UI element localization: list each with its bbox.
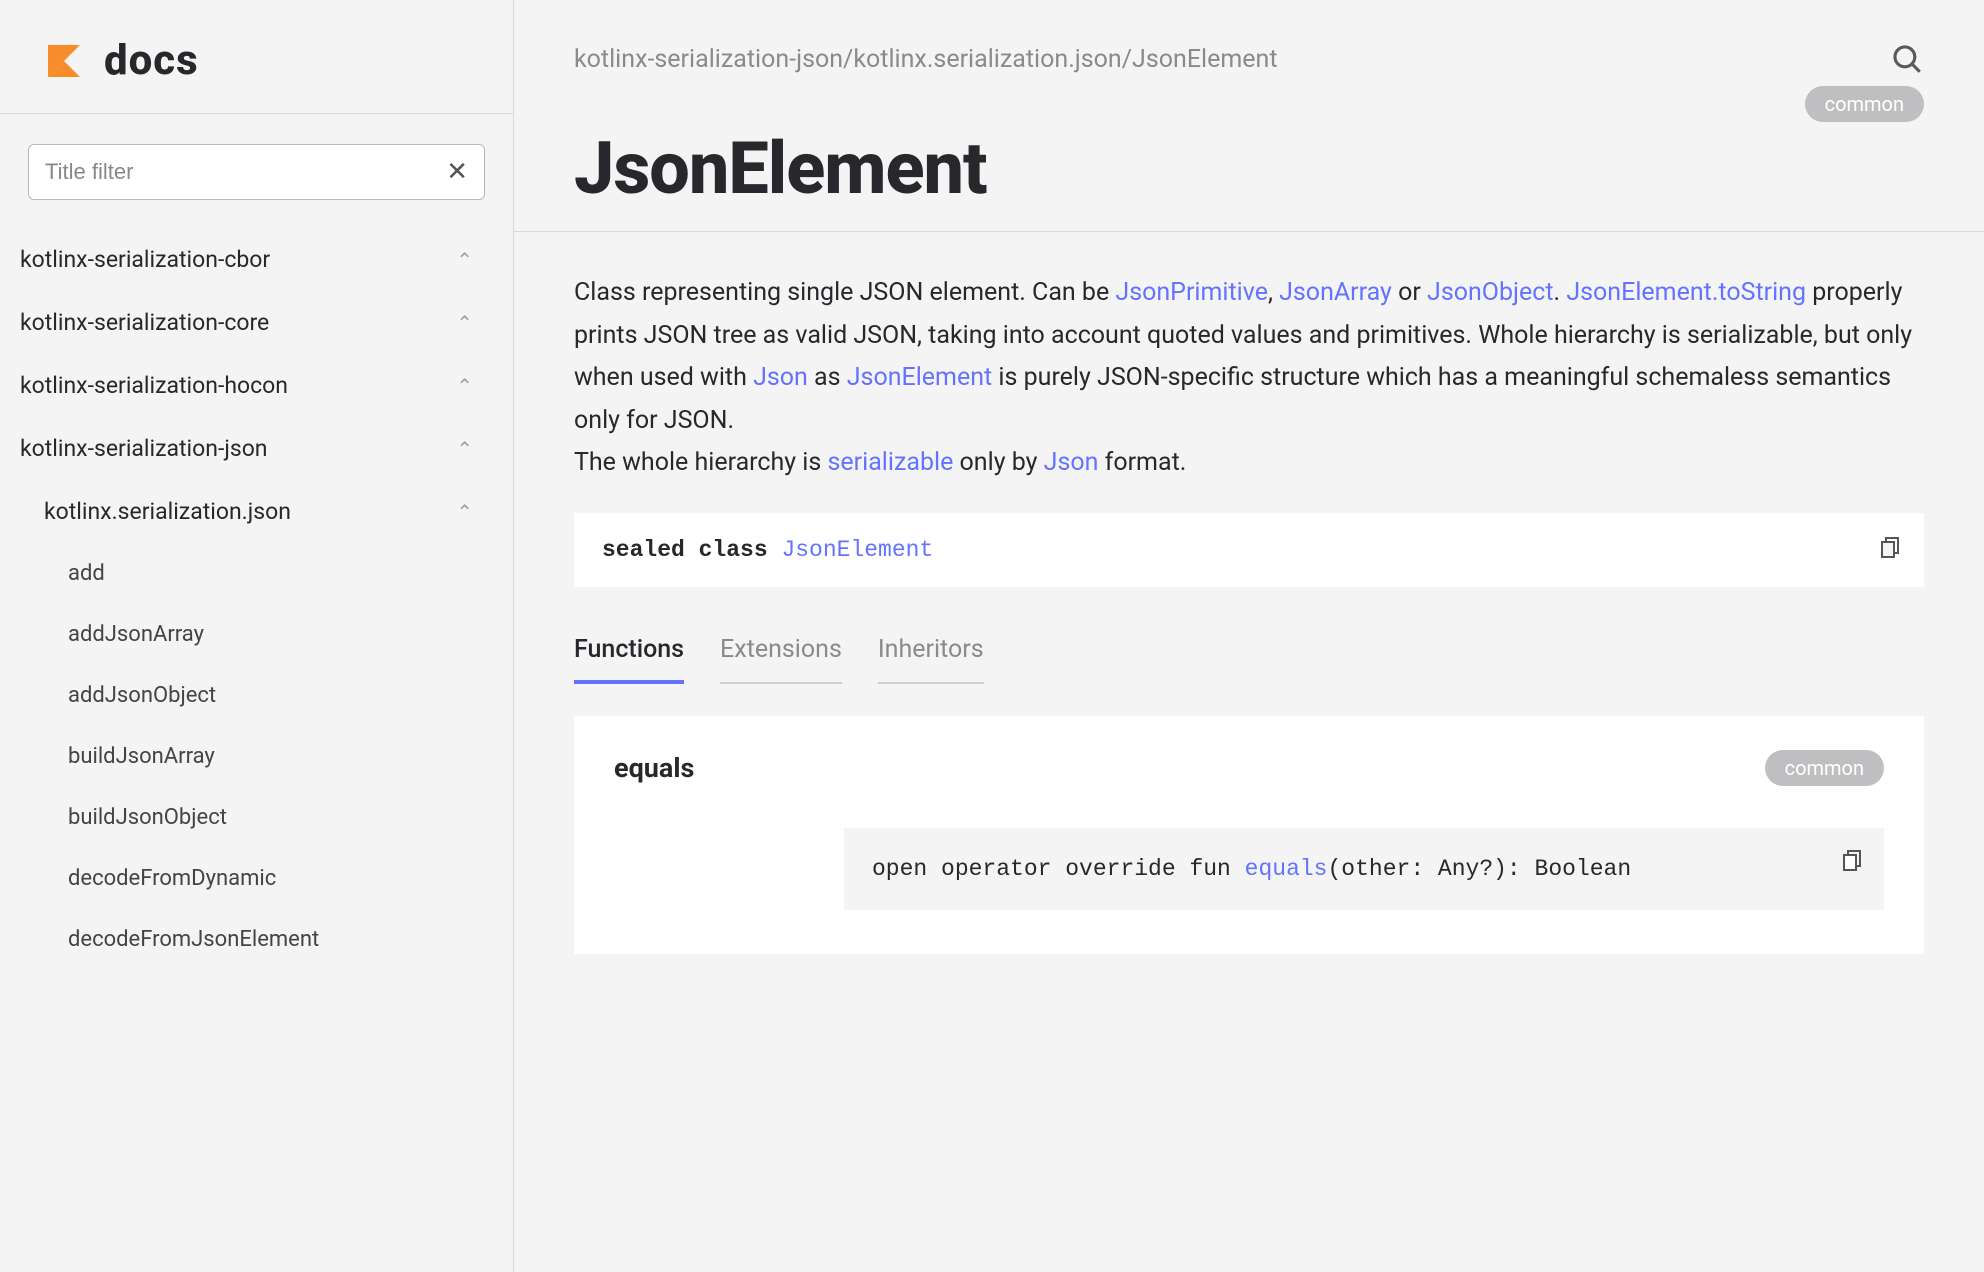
nav-item-addjsonarray[interactable]: addJsonArray (0, 604, 513, 665)
nav-item-decodefromdynamic[interactable]: decodeFromDynamic (0, 848, 513, 909)
description: Class representing single JSON element. … (574, 272, 1924, 485)
sidebar: docs ✕ kotlinx-serialization-cbor ⌃ kotl… (0, 0, 514, 1272)
desc-text: The whole hierarchy is (574, 448, 828, 477)
sig-params: (other: Any?): Boolean (1328, 856, 1632, 882)
nav-label: addJsonArray (68, 622, 204, 647)
desc-text: only by (953, 448, 1043, 477)
title-row: JsonElement common (514, 106, 1984, 232)
nav-group-core[interactable]: kotlinx-serialization-core ⌃ (0, 291, 513, 354)
copy-icon[interactable] (1878, 535, 1902, 559)
nav-item-addjsonobject[interactable]: addJsonObject (0, 665, 513, 726)
nav-tree: kotlinx-serialization-cbor ⌃ kotlinx-ser… (0, 218, 513, 1272)
nav-item-add[interactable]: add (0, 543, 513, 604)
filter-input-wrapper[interactable]: ✕ (28, 144, 485, 200)
nav-label: kotlinx-serialization-hocon (20, 372, 288, 399)
tab-inheritors[interactable]: Inheritors (878, 635, 984, 684)
content-body: Class representing single JSON element. … (514, 272, 1984, 954)
keyword: sealed class (602, 537, 781, 563)
desc-text: Class representing single JSON element. … (574, 278, 1115, 307)
page-title: JsonElement (574, 126, 987, 211)
desc-text: as (808, 363, 847, 392)
desc-text: . (1554, 278, 1567, 307)
nav-label: kotlinx-serialization-cbor (20, 246, 270, 273)
link-serializable[interactable]: serializable (828, 448, 954, 477)
desc-text: , (1268, 278, 1279, 307)
link-json[interactable]: Json (753, 363, 808, 392)
topbar: kotlinx-serialization-json/kotlinx.seria… (514, 0, 1984, 106)
link-jsonobject[interactable]: JsonObject (1427, 278, 1554, 307)
sidebar-header: docs (0, 0, 513, 114)
chevron-up-icon: ⌃ (456, 437, 473, 461)
link-tostring[interactable]: JsonElement.toString (1566, 278, 1806, 307)
member-card-equals: equals common open operator override fun… (574, 716, 1924, 955)
nav-group-cbor[interactable]: kotlinx-serialization-cbor ⌃ (0, 228, 513, 291)
platform-badge: common (1765, 750, 1884, 786)
nav-label: kotlinx-serialization-core (20, 309, 269, 336)
sig-function-name[interactable]: equals (1245, 856, 1328, 882)
member-tabs: Functions Extensions Inheritors (574, 635, 1924, 684)
member-name[interactable]: equals (614, 752, 694, 784)
desc-text: or (1392, 278, 1427, 307)
breadcrumb[interactable]: kotlinx-serialization-json/kotlinx.seria… (574, 45, 1278, 74)
platform-badge: common (1805, 86, 1924, 122)
chevron-up-icon: ⌃ (456, 311, 473, 335)
tab-extensions[interactable]: Extensions (720, 635, 842, 684)
chevron-up-icon: ⌃ (456, 500, 473, 524)
main-content: kotlinx-serialization-json/kotlinx.seria… (514, 0, 1984, 1272)
link-jsonprimitive[interactable]: JsonPrimitive (1115, 278, 1268, 307)
nav-label: decodeFromDynamic (68, 866, 276, 891)
link-json-2[interactable]: Json (1044, 448, 1099, 477)
nav-label: buildJsonObject (68, 805, 227, 830)
nav-item-decodefromjsonelement[interactable]: decodeFromJsonElement (0, 909, 513, 970)
search-icon[interactable] (1890, 42, 1924, 76)
nav-group-hocon[interactable]: kotlinx-serialization-hocon ⌃ (0, 354, 513, 417)
copy-icon[interactable] (1840, 848, 1864, 872)
kotlin-logo-icon (44, 41, 84, 81)
title-filter-input[interactable] (45, 159, 446, 185)
nav-label: kotlinx.serialization.json (44, 498, 291, 525)
chevron-up-icon: ⌃ (456, 248, 473, 272)
link-jsonelement[interactable]: JsonElement (847, 363, 992, 392)
nav-label: kotlinx-serialization-json (20, 435, 268, 462)
nav-label: buildJsonArray (68, 744, 215, 769)
nav-label: add (68, 561, 105, 586)
class-signature: sealed class JsonElement (574, 513, 1924, 587)
link-jsonarray[interactable]: JsonArray (1279, 278, 1392, 307)
desc-text: format. (1098, 448, 1186, 477)
sig-modifiers: open operator override fun (872, 856, 1245, 882)
chevron-up-icon: ⌃ (456, 374, 473, 398)
type-name[interactable]: JsonElement (781, 537, 933, 563)
filter-section: ✕ (0, 114, 513, 218)
member-signature: open operator override fun equals(other:… (844, 828, 1884, 911)
nav-package-json[interactable]: kotlinx.serialization.json ⌃ (0, 480, 513, 543)
nav-group-json[interactable]: kotlinx-serialization-json ⌃ (0, 417, 513, 480)
tab-functions[interactable]: Functions (574, 635, 684, 684)
clear-icon[interactable]: ✕ (446, 157, 468, 187)
nav-label: decodeFromJsonElement (68, 927, 319, 952)
nav-label: addJsonObject (68, 683, 216, 708)
member-header: equals common (614, 750, 1884, 786)
docs-logo-text: docs (104, 36, 199, 85)
nav-item-buildjsonobject[interactable]: buildJsonObject (0, 787, 513, 848)
nav-item-buildjsonarray[interactable]: buildJsonArray (0, 726, 513, 787)
